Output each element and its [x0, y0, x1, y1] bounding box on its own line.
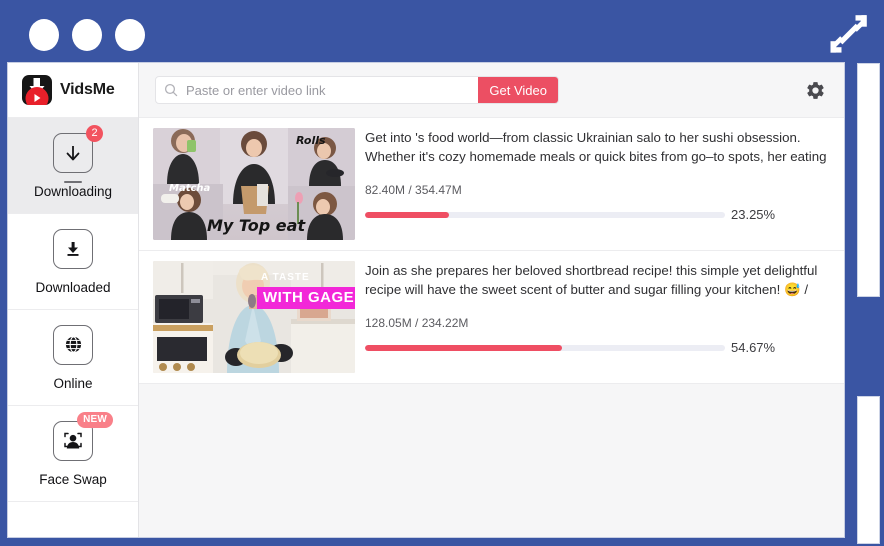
scrollbar-thumb-bottom[interactable]	[857, 396, 880, 544]
search-input[interactable]	[178, 81, 479, 99]
progress-track	[365, 211, 725, 218]
thumbnail-overlay-matcha: Matcha	[169, 183, 211, 194]
download-percent: 23.25%	[731, 207, 776, 222]
badge-face-swap-new: NEW	[77, 411, 113, 428]
scrollbar-gutter[interactable]	[845, 62, 884, 546]
sidebar-icon-wrap-downloading: 2	[53, 124, 103, 173]
sidebar-label-downloaded: Downloaded	[35, 279, 111, 295]
window-control-minimize[interactable]	[72, 19, 102, 51]
sidebar-item-online[interactable]: Online	[8, 310, 138, 406]
download-info: Join as she prepares her beloved shortbr…	[355, 261, 844, 373]
video-thumbnail[interactable]: A TASTE WITH GAGE	[153, 261, 355, 373]
play-triangle-icon	[34, 94, 41, 102]
download-item[interactable]: A TASTE WITH GAGE Join as she prepares h…	[139, 251, 844, 384]
search-icon	[164, 83, 178, 97]
get-video-button[interactable]: Get Video	[478, 77, 558, 103]
sidebar-item-face-swap[interactable]: NEW Face Swap	[8, 406, 138, 502]
brand-name: VidsMe	[60, 81, 115, 98]
gear-icon[interactable]	[804, 79, 826, 101]
sidebar: VidsMe 2 Downloading Downloaded Online N…	[8, 63, 139, 537]
title-bar	[0, 0, 884, 68]
download-tray-icon	[53, 228, 93, 269]
sidebar-icon-wrap-downloaded	[53, 228, 93, 269]
thumbnail-photo: A TASTE WITH GAGE	[153, 261, 355, 373]
sidebar-item-downloaded[interactable]: Downloaded	[8, 214, 138, 310]
globe-icon	[53, 324, 93, 365]
expand-arrows-icon[interactable]	[825, 12, 869, 56]
app-window: VidsMe 2 Downloading Downloaded Online N…	[0, 0, 884, 546]
badge-downloading-count: 2	[86, 124, 103, 142]
thumbnail-collage: Matcha Rolls My Top eat	[153, 128, 355, 240]
window-control-close[interactable]	[29, 19, 59, 51]
video-thumbnail[interactable]: Matcha Rolls My Top eat	[153, 128, 355, 240]
search-bar[interactable]: Get Video	[155, 76, 559, 104]
thumbnail-overlay-a-taste: A TASTE	[261, 272, 310, 283]
sidebar-item-partial[interactable]	[8, 502, 138, 537]
download-list: Matcha Rolls My Top eat Get into 's food…	[139, 118, 844, 384]
app-body: VidsMe 2 Downloading Downloaded Online N…	[7, 62, 845, 538]
thumbnail-overlay-with-gage: WITH GAGE	[257, 287, 355, 309]
progress-track	[365, 344, 725, 351]
brand-header: VidsMe	[8, 63, 138, 118]
sidebar-label-downloading: Downloading	[33, 183, 113, 199]
thumbnail-overlay-rolls: Rolls	[296, 134, 326, 147]
toolbar: Get Video	[139, 63, 844, 118]
download-progress-row: 54.67%	[365, 340, 836, 355]
main-panel: Get Video	[139, 63, 844, 537]
download-item[interactable]: Matcha Rolls My Top eat Get into 's food…	[139, 118, 844, 251]
download-size: 82.40M / 354.47M	[365, 183, 462, 197]
download-title: Get into 's food world—from classic Ukra…	[365, 130, 827, 164]
sidebar-underline-downloading	[64, 180, 82, 183]
sidebar-label-face-swap: Face Swap	[39, 471, 107, 487]
scrollbar-thumb-top[interactable]	[857, 63, 880, 297]
download-size: 128.05M / 234.22M	[365, 316, 469, 330]
sidebar-item-downloading[interactable]: 2 Downloading	[8, 118, 138, 214]
download-progress-row: 23.25%	[365, 207, 836, 222]
progress-fill	[365, 344, 562, 351]
progress-fill	[365, 211, 449, 218]
download-title: Join as she prepares her beloved shortbr…	[365, 263, 818, 297]
download-percent: 54.67%	[731, 340, 776, 355]
download-info: Get into 's food world—from classic Ukra…	[355, 128, 844, 240]
window-control-maximize[interactable]	[115, 19, 145, 51]
vidsme-download-play-logo	[22, 75, 52, 105]
sidebar-icon-wrap-face-swap: NEW	[53, 411, 113, 461]
sidebar-label-online: Online	[53, 375, 93, 391]
sidebar-icon-wrap-online	[53, 324, 93, 365]
thumbnail-overlay-my-top-eat: My Top eat	[207, 216, 306, 235]
